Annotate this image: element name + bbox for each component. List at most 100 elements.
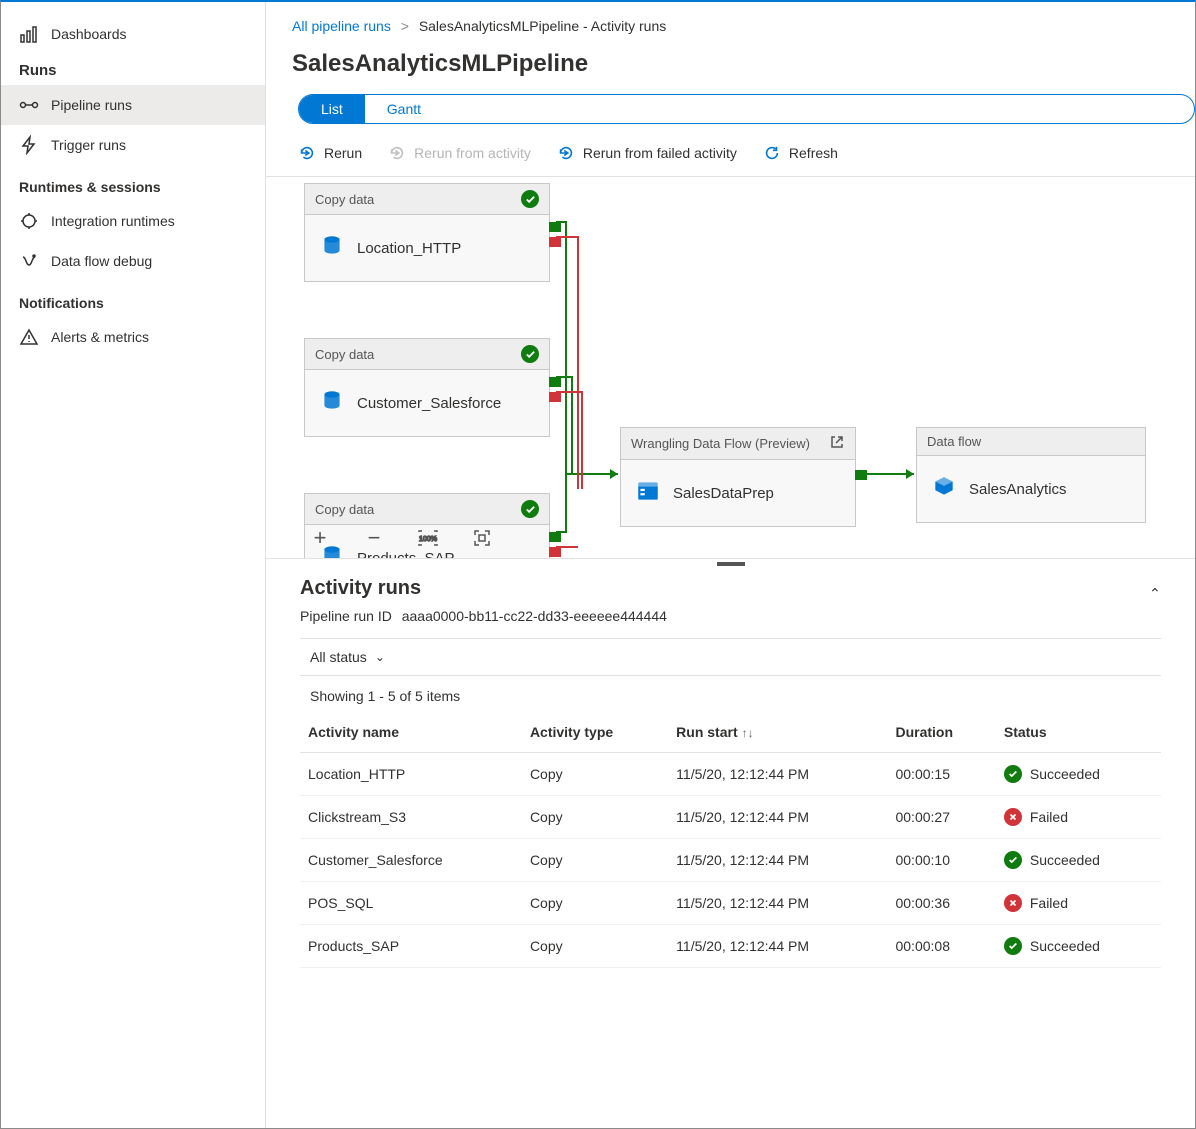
col-run-start[interactable]: Run start↑↓ xyxy=(668,714,887,753)
cell-duration: 00:00:15 xyxy=(887,753,995,796)
main-panel: All pipeline runs > SalesAnalyticsMLPipe… xyxy=(266,2,1195,1128)
status-filter[interactable]: All status ⌄ xyxy=(300,638,1161,676)
sidebar-label: Alerts & metrics xyxy=(51,329,149,345)
activity-node-customer[interactable]: Copy data Customer_Salesforce xyxy=(304,338,550,437)
cell-duration: 00:00:08 xyxy=(887,925,995,968)
refresh-button[interactable]: Refresh xyxy=(763,144,838,162)
table-row[interactable]: Customer_SalesforceCopy11/5/20, 12:12:44… xyxy=(300,839,1161,882)
success-port[interactable] xyxy=(549,222,561,232)
page-title: SalesAnalyticsMLPipeline xyxy=(266,44,1195,94)
success-port[interactable] xyxy=(549,532,561,542)
breadcrumb-current: SalesAnalyticsMLPipeline - Activity runs xyxy=(419,18,666,34)
activity-node-location[interactable]: Copy data Location_HTTP xyxy=(304,183,550,282)
rerun-icon xyxy=(298,144,316,162)
sidebar-section-runtimes: Runtimes & sessions xyxy=(1,165,265,201)
col-activity-type[interactable]: Activity type xyxy=(522,714,668,753)
sidebar-label: Integration runtimes xyxy=(51,213,175,229)
cell-start: 11/5/20, 12:12:44 PM xyxy=(668,796,887,839)
cell-status: Succeeded xyxy=(996,753,1161,796)
toolbar: Rerun Rerun from activity Rerun from fai… xyxy=(266,134,1195,177)
sidebar-section-notifications: Notifications xyxy=(1,281,265,317)
node-type-label: Data flow xyxy=(927,434,981,449)
sidebar-item-dashboards[interactable]: Dashboards xyxy=(1,14,265,54)
rerun-activity-icon xyxy=(388,144,406,162)
col-activity-name[interactable]: Activity name xyxy=(300,714,522,753)
node-type-label: Copy data xyxy=(315,347,374,362)
trigger-icon xyxy=(19,135,39,155)
cell-type: Copy xyxy=(522,925,668,968)
pipeline-canvas[interactable]: Copy data Location_HTTP Copy data xyxy=(266,177,1195,559)
zoom-fit-button[interactable] xyxy=(470,526,494,550)
cell-name: POS_SQL xyxy=(300,882,522,925)
success-icon xyxy=(1004,851,1022,869)
col-status[interactable]: Status xyxy=(996,714,1161,753)
node-type-label: Copy data xyxy=(315,192,374,207)
cell-start: 11/5/20, 12:12:44 PM xyxy=(668,882,887,925)
sidebar-section-runs: Runs xyxy=(1,54,265,85)
rerun-from-failed-button[interactable]: Rerun from failed activity xyxy=(557,144,737,162)
success-icon xyxy=(1004,937,1022,955)
breadcrumb-separator: > xyxy=(401,18,409,34)
cell-type: Copy xyxy=(522,796,668,839)
cell-name: Clickstream_S3 xyxy=(300,796,522,839)
sort-icon: ↑↓ xyxy=(742,726,754,740)
zoom-in-button[interactable]: + xyxy=(308,526,332,550)
col-duration[interactable]: Duration xyxy=(887,714,995,753)
table-row[interactable]: POS_SQLCopy11/5/20, 12:12:44 PM00:00:36F… xyxy=(300,882,1161,925)
dataflow-icon xyxy=(635,478,661,508)
failure-port[interactable] xyxy=(549,237,561,247)
node-name: Location_HTTP xyxy=(357,240,461,257)
success-port[interactable] xyxy=(855,470,867,480)
table-row[interactable]: Products_SAPCopy11/5/20, 12:12:44 PM00:0… xyxy=(300,925,1161,968)
sidebar: Dashboards Runs Pipeline runs Trigger ru… xyxy=(1,2,266,1128)
pipeline-icon xyxy=(19,95,39,115)
sidebar-item-trigger-runs[interactable]: Trigger runs xyxy=(1,125,265,165)
collapse-icon[interactable]: ⌄ xyxy=(1149,584,1161,601)
activity-node-dataflow[interactable]: Data flow SalesAnalytics xyxy=(916,427,1146,523)
sidebar-label: Dashboards xyxy=(51,26,127,42)
activity-runs-table: Activity name Activity type Run start↑↓ … xyxy=(300,714,1161,968)
activity-runs-panel: Activity runs ⌄ Pipeline run ID aaaa0000… xyxy=(266,569,1195,968)
table-row[interactable]: Location_HTTPCopy11/5/20, 12:12:44 PM00:… xyxy=(300,753,1161,796)
open-external-icon[interactable] xyxy=(829,434,845,453)
rerun-from-activity-button: Rerun from activity xyxy=(388,144,531,162)
sidebar-item-integration-runtimes[interactable]: Integration runtimes xyxy=(1,201,265,241)
activity-node-wrangling[interactable]: Wrangling Data Flow (Preview) SalesDataP… xyxy=(620,427,856,527)
refresh-icon xyxy=(763,144,781,162)
sidebar-item-alerts-metrics[interactable]: Alerts & metrics xyxy=(1,317,265,357)
sidebar-item-data-flow-debug[interactable]: Data flow debug xyxy=(1,241,265,281)
zoom-out-button[interactable]: − xyxy=(362,526,386,550)
svg-text:100%: 100% xyxy=(419,536,437,543)
splitter-handle[interactable] xyxy=(266,559,1195,569)
breadcrumb-root[interactable]: All pipeline runs xyxy=(292,18,391,34)
cell-name: Customer_Salesforce xyxy=(300,839,522,882)
cell-name: Location_HTTP xyxy=(300,753,522,796)
canvas-zoom-controls: + − 100% xyxy=(308,526,494,550)
view-toggle-gantt[interactable]: Gantt xyxy=(365,95,443,123)
rerun-button[interactable]: Rerun xyxy=(298,144,362,162)
view-toggle-list[interactable]: List xyxy=(299,95,365,123)
failure-port[interactable] xyxy=(549,547,561,557)
sidebar-label: Trigger runs xyxy=(51,137,126,153)
success-port[interactable] xyxy=(549,377,561,387)
table-row[interactable]: Clickstream_S3Copy11/5/20, 12:12:44 PM00… xyxy=(300,796,1161,839)
zoom-reset-button[interactable]: 100% xyxy=(416,526,440,550)
debug-icon xyxy=(19,251,39,271)
cell-type: Copy xyxy=(522,882,668,925)
failed-icon xyxy=(1004,894,1022,912)
failure-port[interactable] xyxy=(549,392,561,402)
cell-duration: 00:00:27 xyxy=(887,796,995,839)
cell-start: 11/5/20, 12:12:44 PM xyxy=(668,753,887,796)
success-icon xyxy=(1004,765,1022,783)
node-name: Customer_Salesforce xyxy=(357,395,501,412)
cell-status: Succeeded xyxy=(996,839,1161,882)
node-name: SalesDataPrep xyxy=(673,485,774,502)
sidebar-label: Pipeline runs xyxy=(51,97,132,113)
cell-name: Products_SAP xyxy=(300,925,522,968)
cube-icon xyxy=(931,474,957,504)
cell-type: Copy xyxy=(522,753,668,796)
node-type-label: Wrangling Data Flow (Preview) xyxy=(631,436,810,451)
cell-duration: 00:00:36 xyxy=(887,882,995,925)
alert-icon xyxy=(19,327,39,347)
sidebar-item-pipeline-runs[interactable]: Pipeline runs xyxy=(1,85,265,125)
